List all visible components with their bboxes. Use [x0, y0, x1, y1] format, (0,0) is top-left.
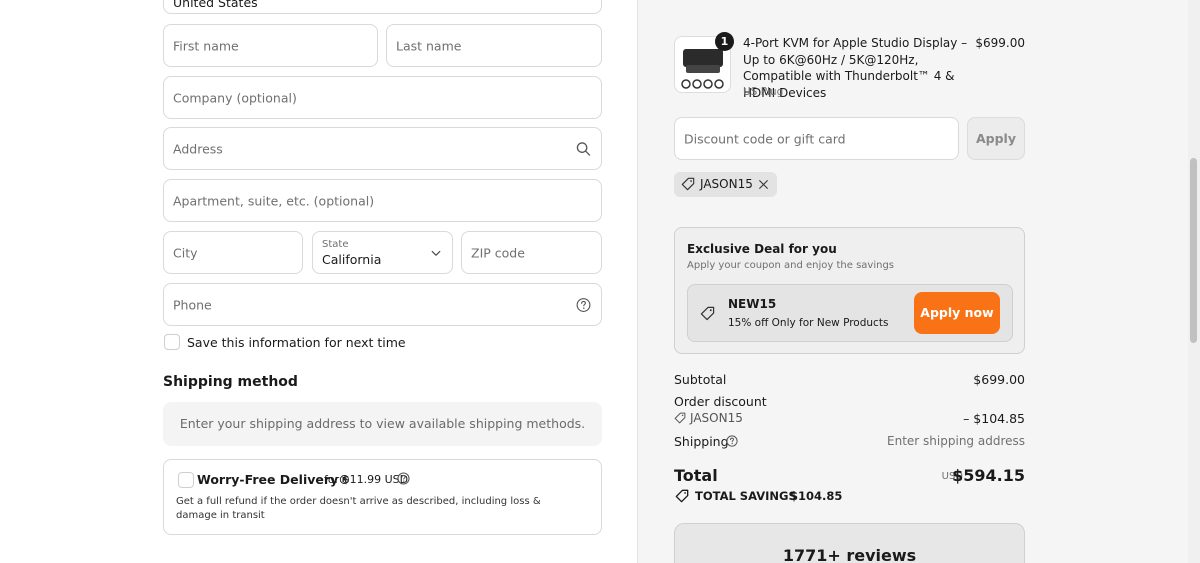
tag-icon — [675, 489, 689, 503]
shipping-method-title: Shipping method — [163, 374, 298, 390]
product-variant: US Plug — [743, 86, 784, 98]
total-label: Total — [674, 466, 718, 485]
last-name-placeholder: Last name — [396, 38, 462, 53]
phone-placeholder: Phone — [173, 297, 212, 312]
state-value: California — [322, 252, 382, 267]
help-circle-icon[interactable] — [576, 297, 591, 312]
worry-free-price: for $11.99 USD — [324, 473, 409, 486]
total-savings-label: TOTAL SAVINGS — [695, 489, 797, 503]
first-name-field[interactable]: First name — [163, 24, 378, 67]
deal-coupon-box: NEW15 15% off Only for New Products Appl… — [687, 284, 1013, 342]
tag-icon — [674, 412, 686, 424]
search-icon[interactable] — [576, 141, 591, 156]
help-circle-icon[interactable] — [397, 472, 410, 485]
subtotal-label: Subtotal — [674, 372, 727, 387]
apply-now-button[interactable]: Apply now — [914, 292, 1000, 334]
worry-free-card: Worry-Free Delivery® for $11.99 USD Get … — [163, 459, 602, 535]
save-info-checkbox[interactable] — [164, 334, 180, 350]
applied-code-text: JASON15 — [700, 177, 753, 191]
address-field[interactable]: Address — [163, 127, 602, 170]
shipping-value: Enter shipping address — [887, 434, 1025, 448]
deal-title: Exclusive Deal for you — [687, 242, 837, 256]
reviews-count: 1771+ reviews — [782, 546, 917, 563]
save-info-label[interactable]: Save this information for next time — [187, 335, 406, 350]
product-price: $699.00 — [975, 36, 1025, 50]
discount-placeholder: Discount code or gift card — [684, 131, 846, 146]
tag-icon — [700, 306, 715, 321]
company-placeholder: Company (optional) — [173, 90, 297, 105]
scrollbar-thumb[interactable] — [1190, 158, 1197, 343]
scrollbar-track[interactable] — [1188, 0, 1200, 563]
quantity-badge: 1 — [715, 32, 734, 51]
city-field[interactable]: City — [163, 231, 303, 274]
close-icon[interactable] — [758, 179, 769, 190]
shipping-label: Shipping — [674, 434, 729, 449]
country-select[interactable]: United States — [163, 0, 602, 14]
order-summary-panel: 1 4-Port KVM for Apple Studio Display – … — [637, 0, 1200, 563]
deal-code: NEW15 — [728, 297, 777, 311]
subtotal-value: $699.00 — [973, 372, 1025, 387]
tag-icon — [681, 177, 695, 191]
help-circle-icon[interactable] — [726, 435, 738, 447]
deal-subtitle: Apply your coupon and enjoy the savings — [687, 260, 895, 271]
last-name-field[interactable]: Last name — [386, 24, 602, 67]
address-placeholder: Address — [173, 141, 223, 156]
discount-code-input[interactable]: Discount code or gift card — [674, 117, 959, 160]
state-select[interactable]: State California — [312, 231, 453, 274]
country-value: United States — [173, 0, 258, 10]
deal-code-description: 15% off Only for New Products — [728, 317, 889, 329]
phone-field[interactable]: Phone — [163, 283, 602, 326]
total-value: $594.15 — [952, 466, 1025, 485]
shipping-notice-text: Enter your shipping address to view avai… — [179, 416, 586, 431]
shipping-notice-box: Enter your shipping address to view avai… — [163, 402, 602, 446]
discount-value: – $104.85 — [963, 411, 1025, 426]
apartment-placeholder: Apartment, suite, etc. (optional) — [173, 193, 375, 208]
discount-code-summary: JASON15 — [690, 411, 743, 425]
apply-discount-button[interactable]: Apply — [967, 117, 1025, 160]
worry-free-checkbox[interactable] — [178, 472, 194, 488]
first-name-placeholder: First name — [173, 38, 239, 53]
city-placeholder: City — [173, 245, 198, 260]
total-savings-value: $104.85 — [790, 489, 843, 503]
company-field[interactable]: Company (optional) — [163, 76, 602, 119]
chevron-down-icon — [431, 250, 441, 256]
reviews-card: 1771+ reviews — [674, 523, 1025, 563]
state-label: State — [322, 239, 349, 250]
worry-free-description: Get a full refund if the order doesn't a… — [176, 496, 541, 521]
checkout-form-panel: United States First name Last name Compa… — [0, 0, 637, 563]
exclusive-deal-card: Exclusive Deal for you Apply your coupon… — [674, 227, 1025, 354]
zip-placeholder: ZIP code — [471, 245, 525, 260]
apartment-field[interactable]: Apartment, suite, etc. (optional) — [163, 179, 602, 222]
zip-field[interactable]: ZIP code — [461, 231, 602, 274]
applied-code-chip: JASON15 — [674, 172, 777, 197]
order-discount-label: Order discount — [674, 394, 767, 409]
